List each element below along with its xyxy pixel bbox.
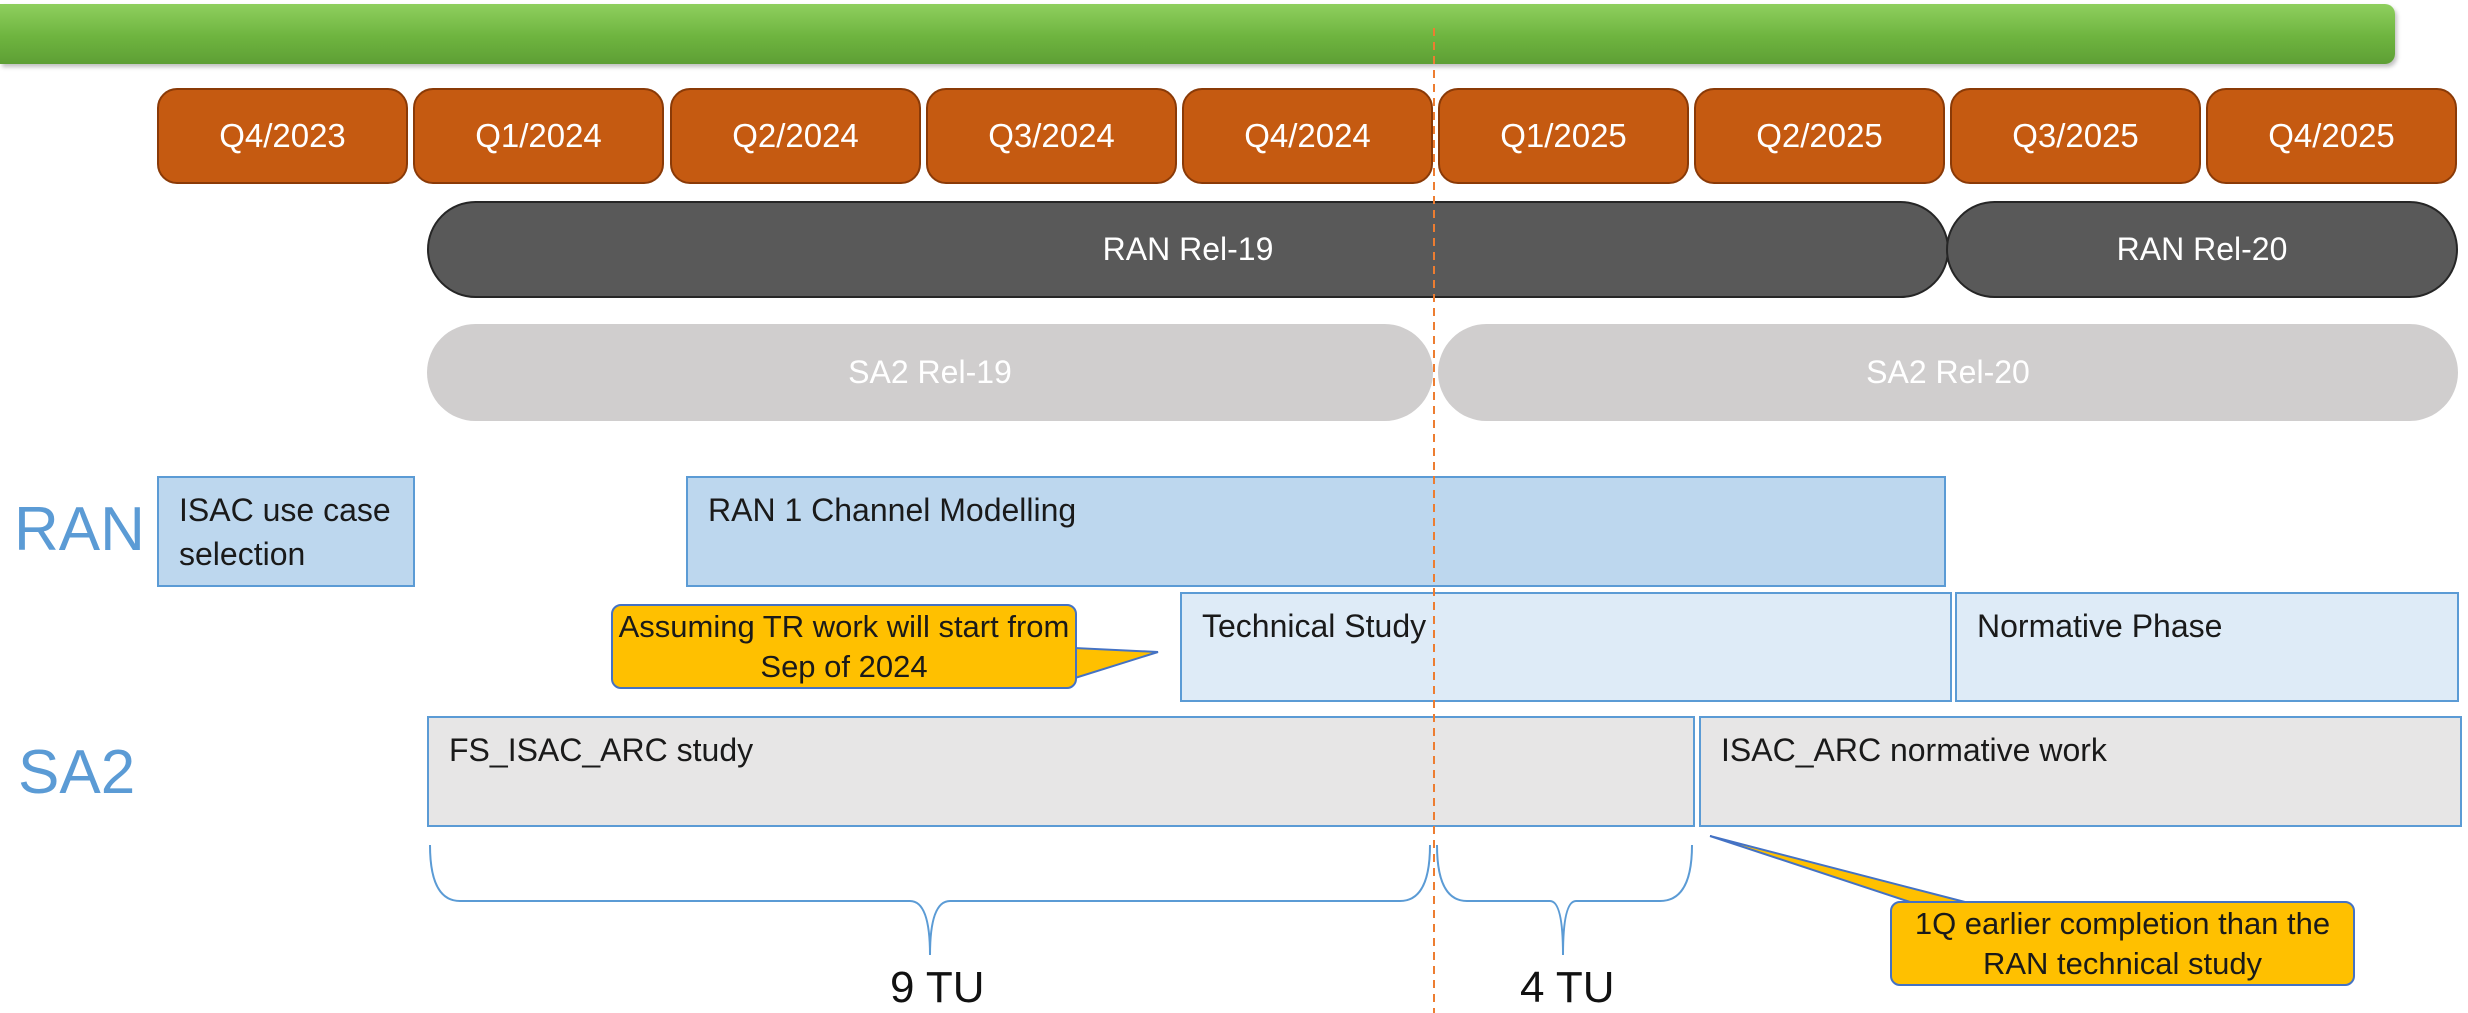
duration-9-tu: 9 TU — [890, 963, 985, 1012]
diagram-overlay — [429, 28, 1966, 1013]
earlier-completion-callout: 1Q earlier completion than the RAN techn… — [1890, 901, 2355, 986]
tr-assumption-callout: Assuming TR work will start from Sep of … — [611, 604, 1077, 689]
callout-pointer-tr — [1074, 646, 1159, 680]
duration-4-tu: 4 TU — [1520, 963, 1615, 1012]
brace-9-tu — [429, 844, 1431, 956]
brace-4-tu — [1436, 844, 1693, 956]
callout-pointer-earlier — [1709, 835, 1966, 903]
